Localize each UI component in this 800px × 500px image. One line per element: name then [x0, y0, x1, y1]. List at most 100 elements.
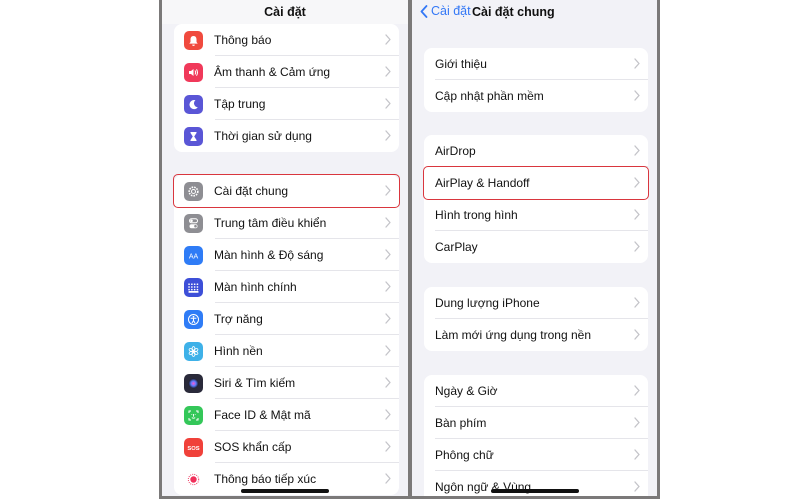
chevron-right-icon — [385, 473, 391, 484]
nav-bar: Cài đặt Cài đặt chung — [412, 0, 657, 24]
nav-bar: Cài đặt — [162, 0, 408, 24]
exposure-icon — [184, 469, 203, 489]
settings-row-label: Cài đặt chung — [214, 184, 289, 198]
settings-group-general: Cài đặt chung Trung tâm điều khiển AA Màn h… — [173, 174, 400, 495]
settings-row-label: Siri & Tìm kiếm — [214, 376, 296, 390]
chevron-right-icon — [634, 209, 640, 220]
chevron-right-icon — [385, 185, 391, 196]
page-title: Cài đặt — [264, 5, 306, 19]
settings-row-hinh-trong-hinh[interactable]: Hình trong hình — [424, 199, 648, 231]
settings-row-carplay[interactable]: CarPlay — [424, 231, 648, 263]
moon-icon — [184, 94, 203, 114]
settings-row-label: Âm thanh & Cảm ứng — [214, 65, 331, 79]
settings-row-label: CarPlay — [435, 240, 478, 254]
chevron-right-icon — [634, 449, 640, 460]
settings-row-thoi-gian-su-dung[interactable]: Thời gian sử dụng — [174, 120, 399, 152]
settings-row-cai-dat-chung[interactable]: Cài đặt chung — [173, 174, 400, 208]
chevron-right-icon — [385, 441, 391, 452]
page-title: Cài đặt chung — [472, 5, 555, 19]
settings-row-airplay-and-handoff[interactable]: AirPlay & Handoff — [423, 166, 649, 200]
settings-row-siri-and-tim-kiem[interactable]: Siri & Tìm kiếm — [174, 367, 399, 399]
accessibility-icon — [184, 309, 203, 329]
svg-text:SOS: SOS — [187, 445, 199, 451]
settings-row-label: Màn hình & Độ sáng — [214, 248, 324, 262]
settings-row-label: Trợ năng — [214, 312, 263, 326]
settings-row-sos-khan-cap[interactable]: SOS SOS khẩn cấp — [174, 431, 399, 463]
settings-screen: Cài đặt Thông báo Âm thanh & Cảm ứng Tập t… — [162, 0, 408, 496]
settings-row-label: Thông báo tiếp xúc — [214, 472, 317, 486]
settings-row-trung-tam-dieu-khien[interactable]: Trung tâm điều khiển — [174, 207, 399, 239]
home-indicator[interactable] — [490, 489, 579, 493]
settings-row-label: Thông báo — [214, 33, 272, 47]
chevron-right-icon — [385, 313, 391, 324]
settings-group-airdrop: AirDrop AirPlay & Handoff Hình trong hình C… — [423, 135, 649, 263]
back-button[interactable]: Cài đặt — [420, 4, 471, 18]
chevron-right-icon — [385, 409, 391, 420]
settings-row-label: Phông chữ — [435, 448, 494, 462]
settings-row-label: Trung tâm điều khiển — [214, 216, 327, 230]
settings-group-notifications: Thông báo Âm thanh & Cảm ứng Tập trung Thời… — [174, 24, 399, 152]
chevron-right-icon — [634, 297, 640, 308]
settings-row-label: Hình nền — [214, 344, 263, 358]
gear-icon — [184, 181, 203, 201]
chevron-right-icon — [385, 345, 391, 356]
settings-row-ngay-and-gio[interactable]: Ngày & Giờ — [424, 375, 648, 407]
general-settings-screen: Cài đặt Cài đặt chung Giới thiệu Cập nhật… — [412, 0, 657, 496]
hourglass-icon — [184, 126, 203, 146]
siri-icon — [184, 373, 203, 393]
chevron-right-icon — [385, 217, 391, 228]
settings-row-thong-bao[interactable]: Thông báo — [174, 24, 399, 56]
chevron-right-icon — [634, 90, 640, 101]
chevron-right-icon — [634, 385, 640, 396]
speaker-icon — [184, 62, 203, 82]
chevron-left-icon — [420, 4, 428, 18]
chevron-right-icon — [634, 241, 640, 252]
settings-row-cap-nhat-phan-mem[interactable]: Cập nhật phần mềm — [424, 80, 648, 112]
settings-row-tap-trung[interactable]: Tập trung — [174, 88, 399, 120]
settings-row-hinh-nen[interactable]: Hình nền — [174, 335, 399, 367]
settings-row-man-hinh-chinh[interactable]: Màn hình chính — [174, 271, 399, 303]
chevron-right-icon — [385, 130, 391, 141]
settings-row-label: Thời gian sử dụng — [214, 129, 312, 143]
settings-row-label: Face ID & Mật mã — [214, 408, 311, 422]
settings-row-phong-chu[interactable]: Phông chữ — [424, 439, 648, 471]
chevron-right-icon — [385, 281, 391, 292]
settings-group-storage: Dung lượng iPhone Làm mới ứng dụng trong … — [424, 287, 648, 351]
settings-group-datetime: Ngày & Giờ Bàn phím Phông chữ Ngôn ngữ & Vù… — [424, 375, 648, 496]
settings-row-man-hinh-and-do-sang[interactable]: AA Màn hình & Độ sáng — [174, 239, 399, 271]
face-id-icon — [184, 405, 203, 425]
settings-row-label: Dung lượng iPhone — [435, 296, 540, 310]
settings-row-label: Hình trong hình — [435, 208, 518, 222]
bell-icon — [184, 30, 203, 50]
settings-row-label: Cập nhật phần mềm — [435, 89, 544, 103]
settings-row-label: Tập trung — [214, 97, 266, 111]
sos-icon: SOS — [184, 437, 203, 457]
settings-row-airdrop[interactable]: AirDrop — [424, 135, 648, 167]
settings-row-am-thanh-and-cam-ung[interactable]: Âm thanh & Cảm ứng — [174, 56, 399, 88]
chevron-right-icon — [634, 417, 640, 428]
settings-row-label: Màn hình chính — [214, 280, 297, 294]
settings-row-label: Bàn phím — [435, 416, 487, 430]
home-indicator[interactable] — [241, 489, 329, 493]
toggles-icon — [184, 213, 203, 233]
settings-row-dung-luong-iphone[interactable]: Dung lượng iPhone — [424, 287, 648, 319]
chevron-right-icon — [385, 66, 391, 77]
settings-group-about: Giới thiệu Cập nhật phần mềm — [424, 48, 648, 112]
settings-row-label: AirPlay & Handoff — [435, 176, 530, 190]
flower-icon — [184, 341, 203, 361]
chevron-right-icon — [634, 177, 640, 188]
text-size-icon: AA — [184, 245, 203, 265]
settings-row-label: Ngày & Giờ — [435, 384, 498, 398]
svg-text:AA: AA — [189, 253, 199, 260]
settings-row-label: Giới thiệu — [435, 57, 487, 71]
chevron-right-icon — [385, 377, 391, 388]
settings-row-face-id-and-mat-ma[interactable]: Face ID & Mật mã — [174, 399, 399, 431]
settings-row-label: Làm mới ứng dụng trong nền — [435, 328, 591, 342]
chevron-right-icon — [634, 58, 640, 69]
settings-row-tro-nang[interactable]: Trợ năng — [174, 303, 399, 335]
settings-row-gioi-thieu[interactable]: Giới thiệu — [424, 48, 648, 80]
chevron-right-icon — [385, 249, 391, 260]
chevron-right-icon — [385, 34, 391, 45]
settings-row-lam-moi-ung-dung-trong-nen[interactable]: Làm mới ứng dụng trong nền — [424, 319, 648, 351]
settings-row-ban-phim[interactable]: Bàn phím — [424, 407, 648, 439]
